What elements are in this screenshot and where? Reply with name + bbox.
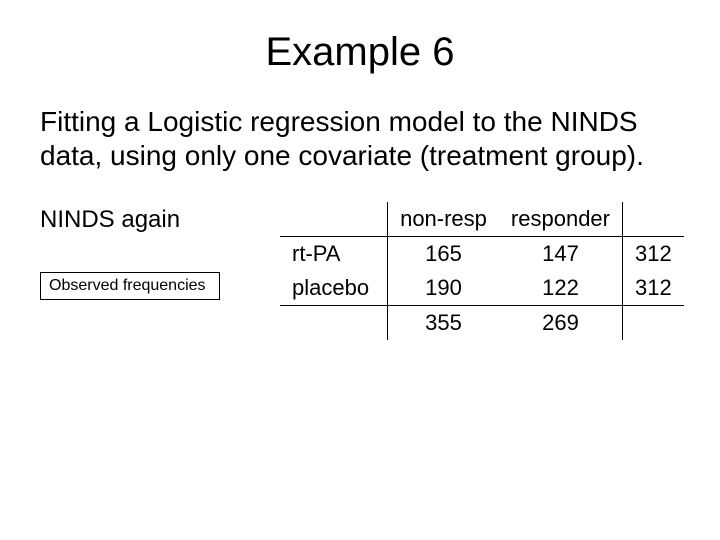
table-row: placebo 190 122 312 xyxy=(280,271,684,306)
row-total: 312 xyxy=(623,237,684,272)
frequency-table: non-resp responder rt-PA 165 147 312 pla… xyxy=(280,202,684,340)
sub-label: NINDS again xyxy=(40,206,280,234)
totals-empty xyxy=(280,306,388,341)
observed-frequencies-box: Observed frequencies xyxy=(40,272,220,300)
col-total: 269 xyxy=(499,306,623,341)
header-empty xyxy=(280,202,388,237)
cell: 190 xyxy=(388,271,499,306)
slide-title: Example 6 xyxy=(40,30,680,75)
left-column: NINDS again Observed frequencies xyxy=(40,202,280,300)
row-label-rtpa: rt-PA xyxy=(280,237,388,272)
body-paragraph: Fitting a Logistic regression model to t… xyxy=(40,105,680,172)
content-row: NINDS again Observed frequencies non-res… xyxy=(40,202,680,340)
cell: 147 xyxy=(499,237,623,272)
col-header-responder: responder xyxy=(499,202,623,237)
col-header-nonresp: non-resp xyxy=(388,202,499,237)
table: non-resp responder rt-PA 165 147 312 pla… xyxy=(280,202,684,340)
table-header-row: non-resp responder xyxy=(280,202,684,237)
row-total: 312 xyxy=(623,271,684,306)
col-total: 355 xyxy=(388,306,499,341)
slide: { "title": "Example 6", "body": "Fitting… xyxy=(0,0,720,540)
cell: 165 xyxy=(388,237,499,272)
cell: 122 xyxy=(499,271,623,306)
table-totals-row: 355 269 xyxy=(280,306,684,341)
table-row: rt-PA 165 147 312 xyxy=(280,237,684,272)
totals-empty xyxy=(623,306,684,341)
row-label-placebo: placebo xyxy=(280,271,388,306)
header-empty-total xyxy=(623,202,684,237)
